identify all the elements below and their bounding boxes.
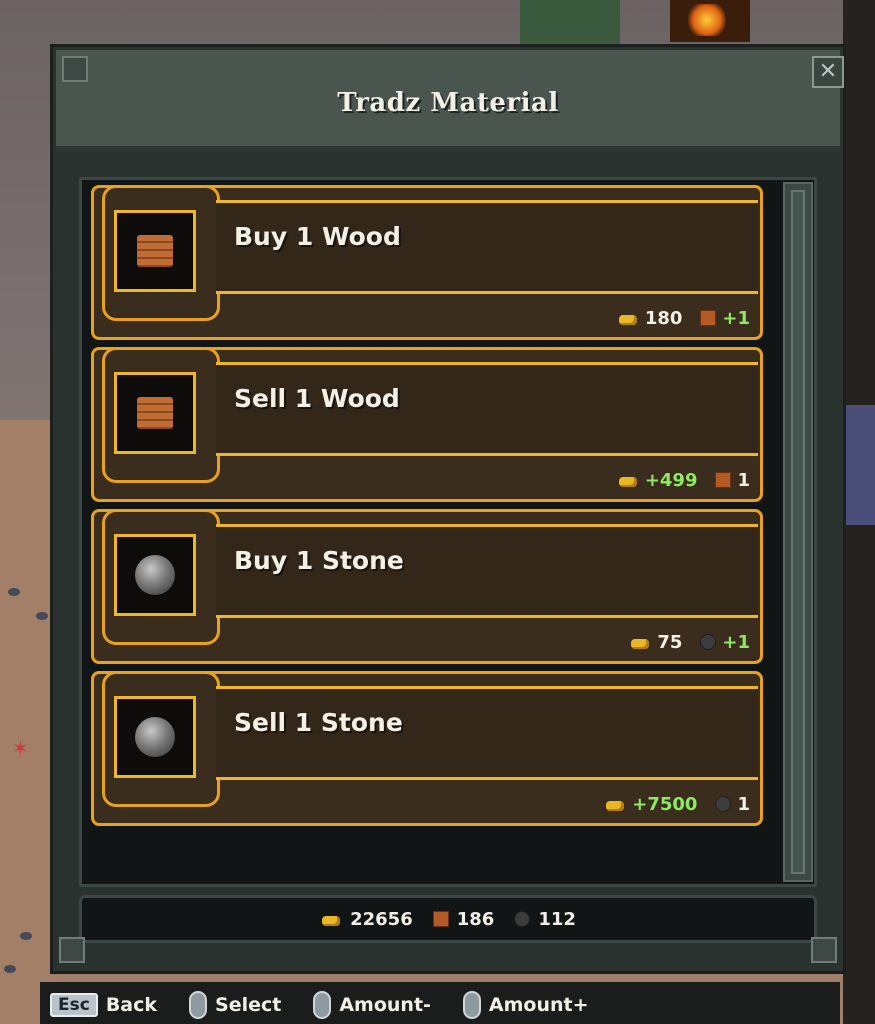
wood-icon: [715, 472, 732, 488]
item-label: Buy 1 Stone: [234, 546, 404, 575]
corner-ornament: [811, 937, 837, 963]
trade-item-buy-stone[interactable]: Buy 1 Stone 75 +1: [91, 509, 763, 664]
inventory-totals: 22656 186 112: [79, 895, 817, 943]
gold-coins-icon: [629, 635, 651, 649]
panel-header: Tradz Material ✕: [56, 50, 844, 150]
pebble: [4, 965, 16, 973]
trade-item-sell-stone[interactable]: Sell 1 Stone +7500 1: [91, 671, 763, 826]
background-flowers: [845, 405, 875, 525]
item-cost: 180 +1: [617, 306, 750, 330]
scrollbar[interactable]: [783, 182, 813, 882]
gold-amount: +499: [644, 469, 698, 491]
scroll-thumb[interactable]: [791, 190, 805, 874]
gold-coins-icon: [617, 311, 639, 325]
hint-label: Amount-: [339, 994, 431, 1016]
hint-amount-increase[interactable]: Amount+: [462, 991, 589, 1019]
stone-icon: [700, 634, 717, 650]
esc-key: Esc: [50, 993, 98, 1017]
item-label: Sell 1 Wood: [234, 384, 400, 413]
item-icon-slot: [114, 210, 196, 292]
close-button[interactable]: ✕: [812, 56, 844, 88]
mouse-right-icon: [462, 991, 481, 1019]
material-amount: +1: [722, 631, 750, 653]
pebble: [20, 932, 32, 940]
wood-icon: [137, 397, 173, 429]
material-amount: 1: [737, 469, 750, 491]
item-label: Sell 1 Stone: [234, 708, 403, 737]
corner-ornament: [62, 56, 88, 82]
hint-label: Back: [105, 994, 158, 1016]
trade-material-panel: Tradz Material ✕ Buy 1 Wood 180 +1 Sell …: [50, 44, 846, 974]
controls-hint-bar: Esc Back Select Amount- Amount+: [50, 986, 790, 1024]
background-fire: [670, 0, 750, 42]
item-icon-slot: [114, 696, 196, 778]
hint-select[interactable]: Select: [189, 991, 281, 1019]
hint-back[interactable]: Esc Back: [50, 993, 157, 1017]
item-cost: 75 +1: [629, 630, 750, 654]
item-cost: +7500 1: [604, 792, 750, 816]
stone-icon: [135, 555, 175, 595]
corner-ornament: [59, 937, 85, 963]
stone-icon: [715, 796, 732, 812]
gold-amount: 180: [644, 307, 683, 329]
wood-icon: [432, 911, 449, 927]
item-cost: +499 1: [617, 468, 750, 492]
gold-coins-icon: [617, 473, 639, 487]
stone-icon: [135, 717, 175, 757]
hint-label: Amount+: [488, 994, 589, 1016]
gold-amount: +7500: [632, 793, 698, 815]
panel-title: Tradz Material: [337, 88, 559, 118]
gold-coins-icon: [604, 797, 626, 811]
pebble: [8, 588, 20, 596]
hint-label: Select: [215, 994, 282, 1016]
wood-total: 186: [456, 908, 495, 930]
pebble: [36, 612, 48, 620]
material-amount: 1: [737, 793, 750, 815]
trade-item-buy-wood[interactable]: Buy 1 Wood 180 +1: [91, 185, 763, 340]
stone-total: 112: [538, 908, 576, 930]
gold-amount: 75: [657, 631, 683, 653]
trade-item-sell-wood[interactable]: Sell 1 Wood +499 1: [91, 347, 763, 502]
wood-icon: [700, 310, 717, 326]
item-icon-slot: [114, 534, 196, 616]
item-label: Buy 1 Wood: [234, 222, 401, 251]
gold-coins-icon: [320, 912, 342, 926]
hint-amount-decrease[interactable]: Amount-: [313, 991, 431, 1019]
background-bush: [520, 0, 620, 46]
starfish-icon: ✶: [12, 736, 29, 760]
item-icon-slot: [114, 372, 196, 454]
gold-total: 22656: [350, 908, 413, 930]
material-amount: +1: [722, 307, 750, 329]
wood-icon: [137, 235, 173, 267]
stone-icon: [514, 911, 531, 927]
mouse-left-icon: [189, 991, 208, 1019]
mouse-scroll-icon: [313, 991, 332, 1019]
